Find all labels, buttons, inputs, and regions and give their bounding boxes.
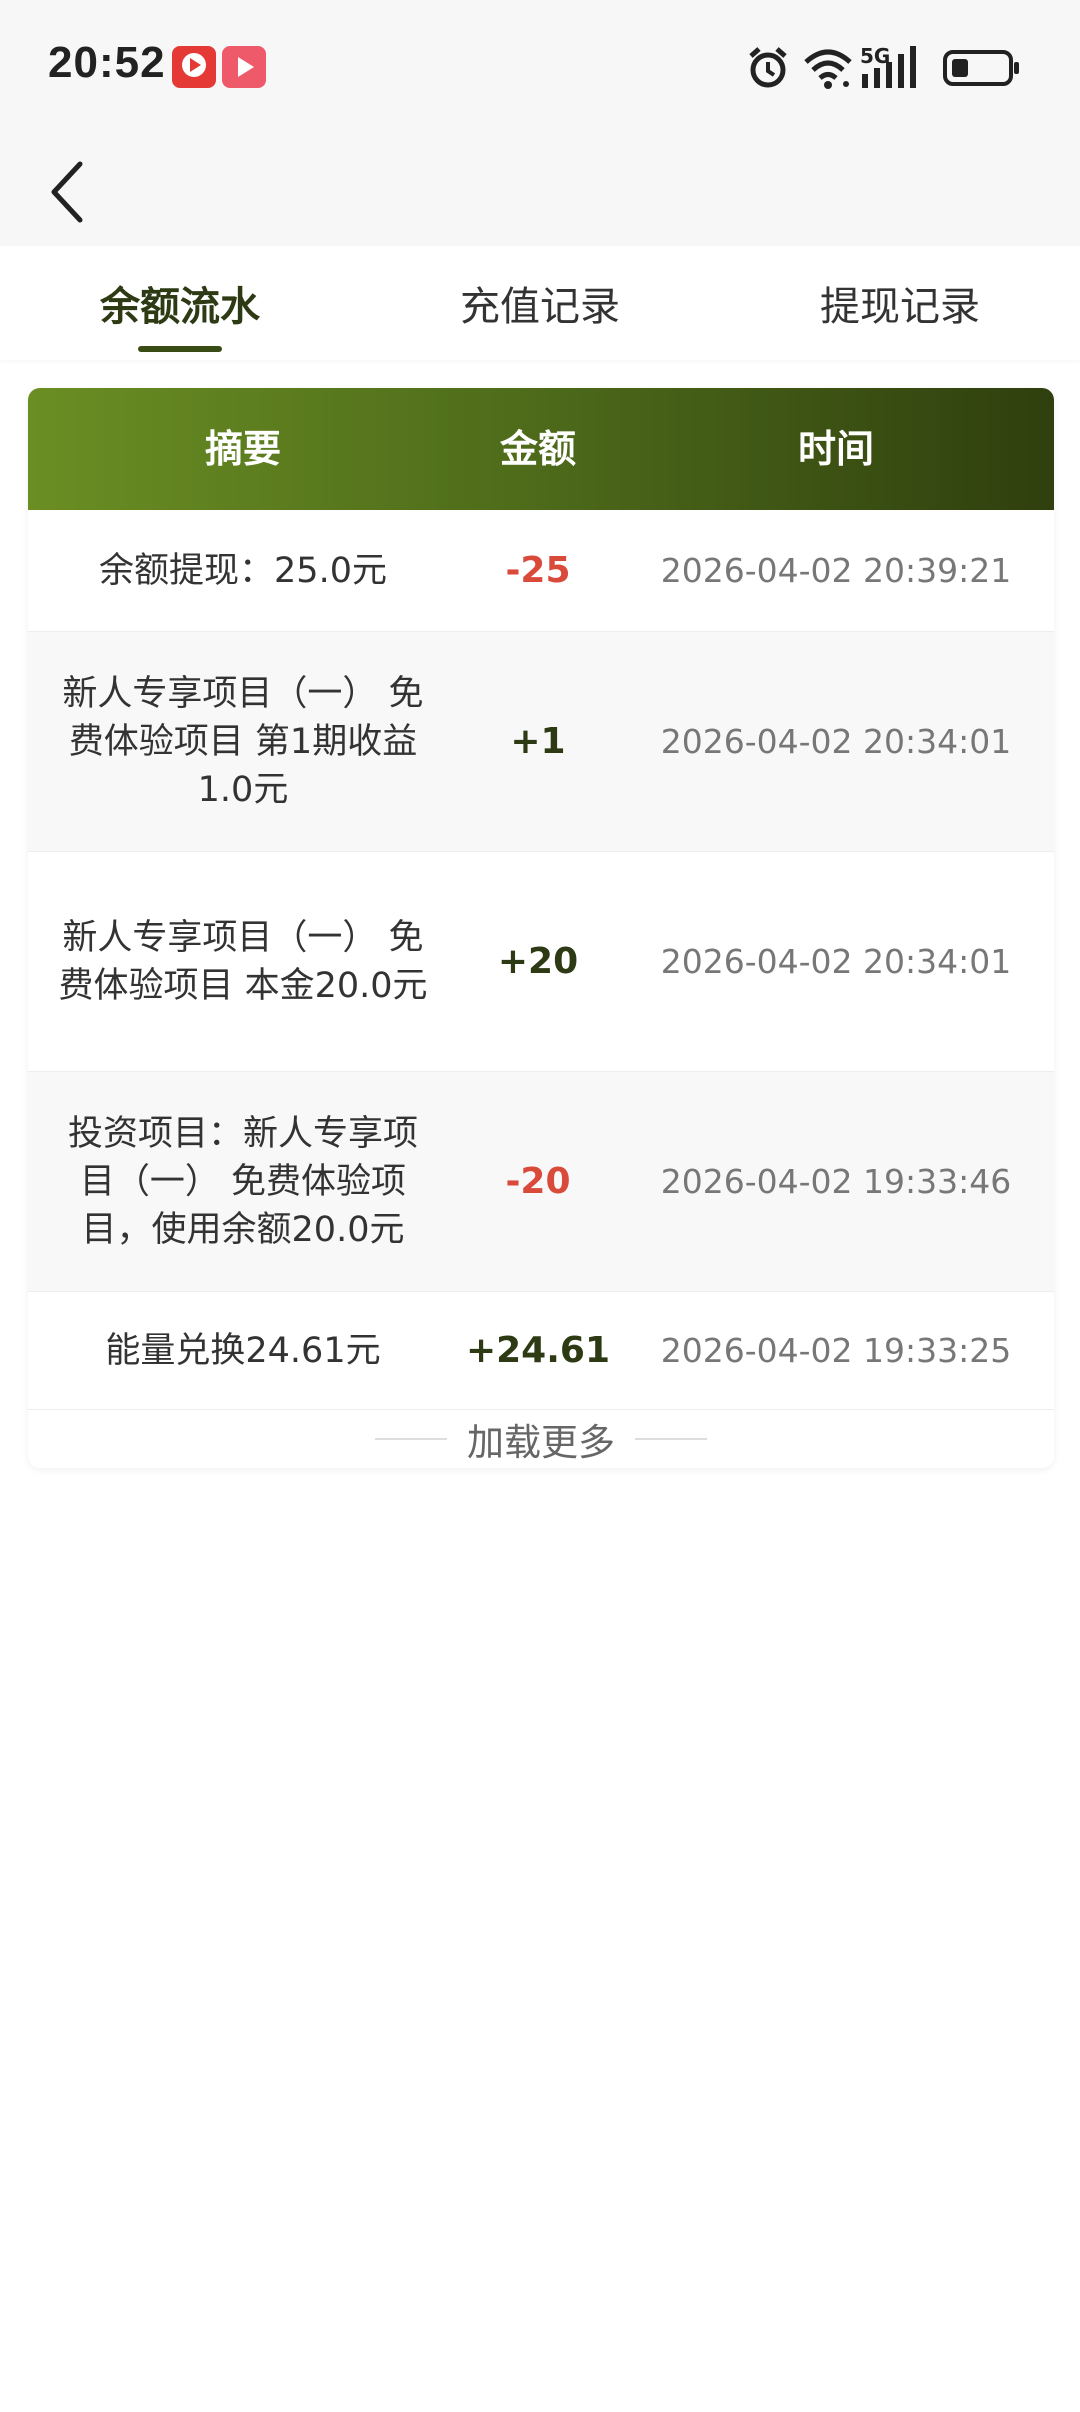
header-amount: 金额 <box>499 427 576 471</box>
table-row: 余额提现：25.0元 -25 2026-04-02 20:39:21 <box>28 510 1054 632</box>
tab-withdraw-records[interactable]: 提现记录 <box>750 274 1050 334</box>
row-time: 2026-04-02 20:34:01 <box>660 942 1012 981</box>
row-time: 2026-04-02 19:33:25 <box>660 1331 1012 1370</box>
row-time: 2026-04-02 19:33:46 <box>660 1162 1012 1201</box>
row-amount: +20 <box>497 941 579 982</box>
video-app-icon <box>172 46 216 88</box>
row-summary: 新人专享项目（一） 免费体验项目 本金20.0元 <box>58 917 428 1006</box>
tab-balance-flow[interactable]: 余额流水 <box>30 274 330 334</box>
tab-recharge-records[interactable]: 充值记录 <box>390 274 690 334</box>
header-time: 时间 <box>797 427 874 471</box>
signal-icon <box>862 46 916 88</box>
header-summary: 摘要 <box>204 427 281 471</box>
back-arrow-icon[interactable] <box>40 148 100 228</box>
row-amount: -20 <box>505 1161 571 1202</box>
row-time: 2026-04-02 20:34:01 <box>660 722 1012 761</box>
row-amount: -25 <box>505 550 571 591</box>
system-icons: 5G <box>746 44 1036 92</box>
row-amount: +1 <box>510 721 566 762</box>
active-tab-indicator <box>138 346 222 352</box>
play-app-icon <box>222 46 266 88</box>
table-row: 能量兑换24.61元 +24.61 2026-04-02 19:33:25 <box>28 1292 1054 1410</box>
divider-line <box>375 1438 447 1440</box>
alarm-icon <box>749 47 787 88</box>
table-row: 投资项目：新人专享项目（一） 免费体验项目，使用余额20.0元 -20 2026… <box>28 1072 1054 1292</box>
table-row: 新人专享项目（一） 免费体验项目 第1期收益1.0元 +1 2026-04-02… <box>28 632 1054 852</box>
load-more-label: 加载更多 <box>467 1421 615 1464</box>
table-row: 新人专享项目（一） 免费体验项目 本金20.0元 +20 2026-04-02 … <box>28 852 1054 1072</box>
status-time: 20:52 <box>48 38 166 87</box>
divider-line <box>635 1438 707 1440</box>
load-more-button[interactable]: 加载更多 <box>28 1410 1054 1468</box>
row-summary: 能量兑换24.61元 <box>105 1330 381 1371</box>
battery-icon <box>943 50 1019 86</box>
row-summary: 余额提现：25.0元 <box>99 550 387 591</box>
row-amount: +24.61 <box>465 1330 611 1371</box>
tab-bar: 余额流水 充值记录 提现记录 <box>0 246 1080 360</box>
table-header: 摘要 金额 时间 <box>28 388 1054 510</box>
row-summary: 新人专享项目（一） 免费体验项目 第1期收益1.0元 <box>62 673 424 810</box>
wifi-icon <box>804 49 852 89</box>
records-card: 摘要 金额 时间 余额提现：25.0元 -25 2026-04-02 20:39… <box>28 388 1054 1468</box>
row-time: 2026-04-02 20:39:21 <box>660 551 1012 590</box>
status-bar: 20:52 5G <box>0 0 1080 136</box>
row-summary: 投资项目：新人专享项目（一） 免费体验项目，使用余额20.0元 <box>67 1113 418 1250</box>
nav-bar <box>0 136 1080 246</box>
